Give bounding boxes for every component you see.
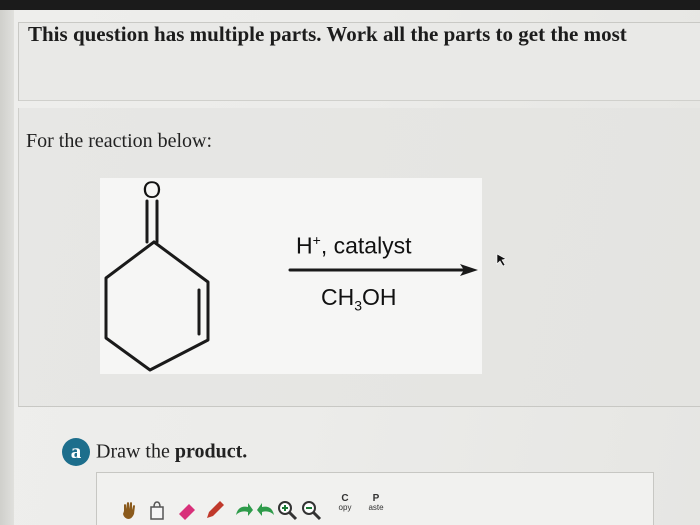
pencil-icon[interactable] — [204, 499, 226, 521]
part-a-label: Draw the — [96, 440, 170, 463]
part-a-row: a Draw the product. — [62, 438, 247, 466]
zoom-in-icon[interactable] — [276, 499, 298, 521]
mouse-cursor-icon — [496, 253, 507, 267]
eraser-icon[interactable] — [176, 499, 198, 521]
part-a-emphasis: product. — [174, 440, 248, 463]
paste-button[interactable]: Paste — [364, 494, 388, 513]
copy-button[interactable]: Copy — [334, 494, 356, 513]
zoom-out-icon[interactable] — [300, 499, 322, 521]
reagent-methanol: CH3OH — [321, 284, 397, 314]
ring-bonds — [104, 240, 210, 372]
reagent-acid-catalyst: H+, catalyst — [296, 232, 412, 259]
hand-icon[interactable] — [118, 499, 140, 521]
carbonyl-oxygen: O — [143, 177, 162, 204]
redo-icon[interactable] — [256, 499, 278, 521]
undo-icon[interactable] — [232, 499, 254, 521]
part-a-badge[interactable]: a — [62, 438, 90, 466]
lasso-icon[interactable] — [146, 499, 168, 521]
